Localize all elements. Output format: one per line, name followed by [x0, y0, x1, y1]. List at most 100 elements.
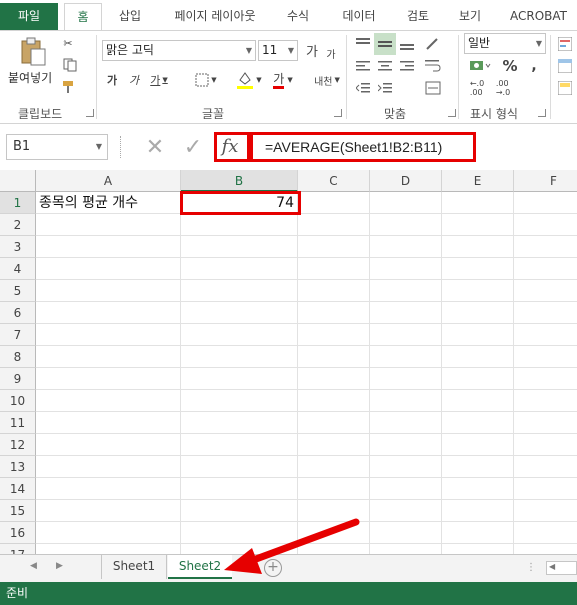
font-launcher-icon[interactable]	[334, 109, 342, 117]
sheet-nav-next-icon[interactable]: ▶	[56, 561, 63, 571]
borders-button[interactable]: ▼	[192, 71, 220, 89]
merge-center-icon[interactable]	[420, 79, 446, 97]
sheet-tab-sheet2[interactable]: Sheet2	[168, 555, 232, 579]
insert-function-icon[interactable]: fx	[218, 135, 242, 159]
cell-b1[interactable]: 74	[180, 191, 301, 215]
scroll-left-icon[interactable]: ◀	[549, 562, 555, 571]
chevron-down-icon: ▼	[211, 76, 217, 84]
phonetic-button[interactable]: 내천 ▼	[310, 69, 344, 91]
row-header-6[interactable]: 6	[0, 302, 36, 324]
tab-split-handle-icon[interactable]: ⋮	[526, 562, 536, 573]
align-center-icon[interactable]	[376, 57, 394, 75]
column-header-e[interactable]: E	[442, 170, 514, 192]
formula-input[interactable]: =AVERAGE(Sheet1!B2:B11)	[250, 132, 476, 162]
grow-font-button[interactable]: 가	[304, 41, 320, 60]
tab-page-layout[interactable]: 페이지 레이아웃	[160, 3, 270, 30]
number-launcher-icon[interactable]	[538, 109, 546, 117]
row-header-8[interactable]: 8	[0, 346, 36, 368]
column-header-c[interactable]: C	[298, 170, 370, 192]
shrink-font-button[interactable]: 가	[324, 45, 338, 61]
decrease-decimal-icon[interactable]: .00 →.0	[492, 79, 514, 97]
wrap-text-icon[interactable]	[422, 57, 444, 75]
grid-row-line	[36, 345, 577, 346]
row-header-1[interactable]: 1	[0, 192, 36, 214]
font-size-select[interactable]: 11 ▼	[258, 40, 298, 61]
percent-style-icon[interactable]: %	[500, 57, 520, 75]
column-header-b[interactable]: B	[181, 170, 298, 192]
grid-row-line	[36, 521, 577, 522]
ribbon-tab-bar: 파일 홈 삽입 페이지 레이아웃 수식 데이터 검토 보기 ACROBAT	[0, 0, 577, 31]
sheet-nav-prev-icon[interactable]: ◀	[30, 561, 37, 571]
row-header-7[interactable]: 7	[0, 324, 36, 346]
cut-icon[interactable]: ✂	[60, 35, 76, 51]
row-header-17[interactable]: 17	[0, 544, 36, 554]
align-middle-icon[interactable]	[374, 33, 396, 55]
column-header-a[interactable]: A	[36, 170, 181, 192]
font-name-select[interactable]: 맑은 고딕 ▼	[102, 40, 256, 61]
align-right-icon[interactable]	[398, 57, 416, 75]
underline-button[interactable]: 가 ▼	[148, 71, 170, 89]
comma-style-icon[interactable]: ,	[524, 57, 544, 75]
bold-button[interactable]: 가	[104, 71, 120, 89]
increase-indent-icon[interactable]	[376, 79, 394, 97]
row-header-12[interactable]: 12	[0, 434, 36, 456]
tab-view[interactable]: 보기	[448, 3, 492, 30]
horizontal-scrollbar[interactable]: ◀	[546, 561, 577, 575]
sheet-tab-sheet1[interactable]: Sheet1	[101, 555, 167, 579]
copy-icon[interactable]	[60, 57, 82, 73]
phonetic-glyph: 내천	[314, 76, 333, 88]
row-header-3[interactable]: 3	[0, 236, 36, 258]
row-header-16[interactable]: 16	[0, 522, 36, 544]
fill-color-button[interactable]: ▼	[234, 69, 264, 91]
paste-icon[interactable]	[18, 37, 48, 67]
row-header-5[interactable]: 5	[0, 280, 36, 302]
grid-row-line	[36, 257, 577, 258]
font-color-button[interactable]: 가 ▼	[268, 69, 298, 91]
format-as-table-icon[interactable]	[556, 57, 574, 75]
grid-row-line	[36, 367, 577, 368]
orientation-icon[interactable]	[422, 35, 444, 53]
tab-home[interactable]: 홈	[64, 3, 102, 31]
italic-button[interactable]: 가	[126, 71, 142, 89]
align-bottom-icon[interactable]	[398, 35, 416, 53]
row-header-2[interactable]: 2	[0, 214, 36, 236]
row-header-11[interactable]: 11	[0, 412, 36, 434]
tab-formulas[interactable]: 수식	[276, 3, 320, 30]
paste-label[interactable]: 붙여넣기	[8, 69, 52, 86]
row-header-9[interactable]: 9	[0, 368, 36, 390]
tab-review[interactable]: 검토	[396, 3, 440, 30]
column-header-d[interactable]: D	[370, 170, 442, 192]
tab-insert[interactable]: 삽입	[108, 3, 152, 30]
increase-decimal-icon[interactable]: ←.0.00	[466, 79, 488, 97]
clipboard-launcher-icon[interactable]	[86, 109, 94, 117]
worksheet-grid[interactable]: ABCDEF 1234567891011121314151617 종목의 평균 …	[0, 170, 577, 554]
row-header-13[interactable]: 13	[0, 456, 36, 478]
align-left-icon[interactable]	[354, 57, 372, 75]
formula-bar-splitter[interactable]	[120, 136, 122, 158]
decrease-indent-icon[interactable]	[354, 79, 372, 97]
tab-file[interactable]: 파일	[0, 3, 58, 30]
cell-styles-icon[interactable]	[556, 79, 574, 97]
tab-acrobat[interactable]: ACROBAT	[500, 3, 577, 30]
number-format-select[interactable]: 일반 ▼	[464, 33, 546, 54]
row-header-14[interactable]: 14	[0, 478, 36, 500]
alignment-launcher-icon[interactable]	[448, 109, 456, 117]
format-painter-icon[interactable]	[60, 79, 76, 95]
cancel-icon[interactable]: ✕	[140, 134, 170, 160]
row-header-4[interactable]: 4	[0, 258, 36, 280]
tab-data[interactable]: 데이터	[330, 3, 388, 30]
align-top-icon[interactable]	[354, 35, 372, 53]
add-sheet-icon[interactable]: +	[264, 559, 282, 577]
row-header-10[interactable]: 10	[0, 390, 36, 412]
select-all-button[interactable]	[0, 170, 36, 192]
name-box[interactable]: B1 ▼	[6, 134, 108, 160]
accounting-format-icon[interactable]	[466, 57, 496, 75]
group-separator	[96, 35, 97, 119]
cell-a1[interactable]: 종목의 평균 개수	[37, 192, 181, 214]
grid-row-line	[36, 433, 577, 434]
column-header-f[interactable]: F	[514, 170, 577, 192]
italic-glyph: 가	[128, 74, 140, 87]
row-header-15[interactable]: 15	[0, 500, 36, 522]
conditional-format-icon[interactable]	[556, 35, 574, 53]
enter-check-icon[interactable]: ✓	[178, 134, 208, 160]
